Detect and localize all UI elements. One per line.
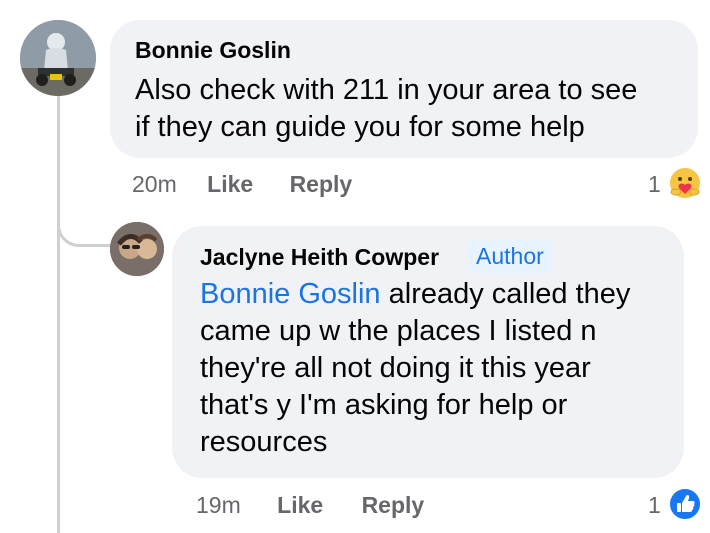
care-reaction-icon[interactable] xyxy=(668,166,702,200)
comment-author[interactable]: Jaclyne Heith Cowper xyxy=(200,244,439,271)
avatar-photo xyxy=(110,222,164,276)
comment-text-line: that's y I'm asking for help or xyxy=(200,389,568,421)
like-button[interactable]: Like xyxy=(207,171,253,197)
reply-button[interactable]: Reply xyxy=(362,492,425,518)
comment-text: Bonnie Goslin already called they came u… xyxy=(200,276,630,461)
comment-text-line: if they can guide you for some help xyxy=(135,111,585,143)
comment-text-line: Bonnie Goslin already called they xyxy=(200,278,631,310)
comment-text-line: resources xyxy=(200,426,328,458)
mention-link[interactable]: Bonnie Goslin xyxy=(200,278,381,310)
avatar[interactable] xyxy=(110,222,164,276)
thread-line xyxy=(57,96,60,533)
comment-bubble: Bonnie Goslin Also check with 211 in you… xyxy=(110,20,698,158)
comment-actions: 19m Like Reply xyxy=(196,492,424,519)
like-button[interactable]: Like xyxy=(277,492,323,518)
comment-actions: 20m Like Reply xyxy=(132,171,352,198)
author-badge: Author xyxy=(468,240,552,273)
comment-text-line: Also check with 211 in your area to see xyxy=(135,74,638,106)
reply-button[interactable]: Reply xyxy=(290,171,353,197)
avatar-photo xyxy=(20,20,96,96)
reaction-count[interactable]: 1 xyxy=(648,171,661,198)
comment-time[interactable]: 19m xyxy=(196,492,241,518)
comment-text-line: they're all not doing it this year xyxy=(200,352,591,384)
thread-reply-connector xyxy=(57,200,110,247)
comment-author[interactable]: Bonnie Goslin xyxy=(135,37,291,64)
avatar[interactable] xyxy=(20,20,96,96)
comment-text-line: came up w the places I listed n xyxy=(200,315,597,347)
comment-bubble: Jaclyne Heith Cowper Author Bonnie Gosli… xyxy=(172,226,684,478)
reaction-count[interactable]: 1 xyxy=(648,492,661,519)
comment-time[interactable]: 20m xyxy=(132,171,177,197)
comment-text: Also check with 211 in your area to see … xyxy=(135,72,637,146)
like-reaction-icon[interactable] xyxy=(668,487,702,521)
